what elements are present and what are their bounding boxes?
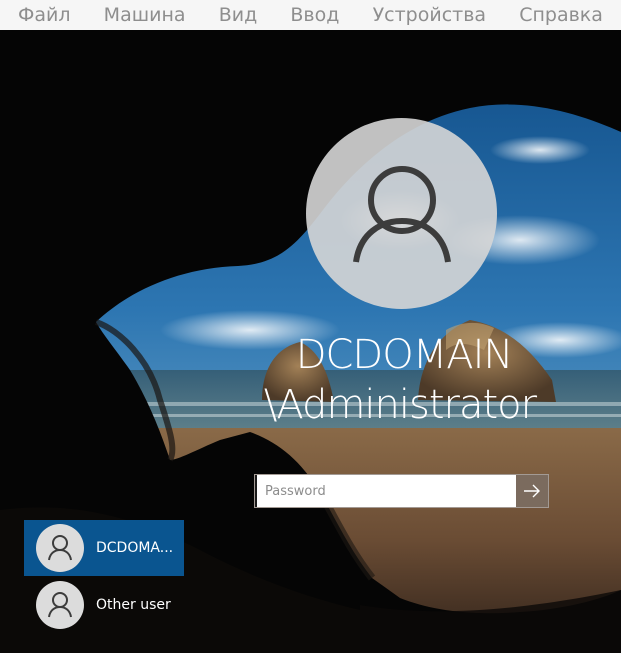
- password-input[interactable]: [255, 475, 516, 507]
- menu-devices[interactable]: Устройства: [373, 4, 486, 26]
- user-tile-avatar: [36, 581, 84, 629]
- user-avatar: [306, 118, 497, 309]
- arrow-right-icon: [524, 484, 540, 498]
- menu-file[interactable]: Файл: [18, 4, 71, 26]
- username-display: DCDOMAIN \Administrator: [250, 330, 550, 430]
- password-box: [254, 474, 549, 508]
- menu-input[interactable]: Ввод: [290, 4, 339, 26]
- menu-machine[interactable]: Машина: [104, 4, 186, 26]
- username-account: \Administrator: [263, 382, 537, 428]
- user-tile-other-user[interactable]: Other user: [24, 577, 184, 633]
- user-silhouette-icon: [353, 166, 451, 263]
- menu-view[interactable]: Вид: [219, 4, 258, 26]
- user-silhouette-icon: [48, 592, 72, 618]
- menu-bar: Файл Машина Вид Ввод Устройства Справка: [0, 0, 621, 30]
- user-silhouette-icon: [48, 535, 72, 561]
- user-tile-dcdomain[interactable]: DCDOMA...: [24, 520, 184, 576]
- user-tile-label: Other user: [96, 597, 171, 613]
- menu-help[interactable]: Справка: [519, 4, 603, 26]
- username-domain: DCDOMAIN: [295, 332, 514, 378]
- submit-button[interactable]: [516, 475, 548, 507]
- user-tile-label: DCDOMA...: [96, 540, 174, 556]
- vm-window: Файл Машина Вид Ввод Устройства Справка: [0, 0, 621, 653]
- user-tile-avatar: [36, 524, 84, 572]
